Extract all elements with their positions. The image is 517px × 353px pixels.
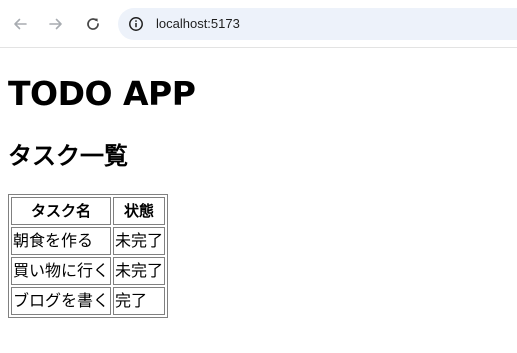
back-button[interactable] <box>8 12 32 36</box>
address-bar[interactable]: localhost:5173 <box>118 8 517 40</box>
forward-button[interactable] <box>44 12 68 36</box>
page-content: TODO APP タスク一覧 タスク名 状態 朝食を作る 未完了 買い物に行く … <box>0 48 517 353</box>
task-name-cell: 買い物に行く <box>11 257 112 285</box>
task-table: タスク名 状態 朝食を作る 未完了 買い物に行く 未完了 ブログを書く 完了 <box>8 194 169 318</box>
arrow-right-icon <box>49 18 62 30</box>
table-row: ブログを書く 完了 <box>11 287 166 315</box>
table-row: 買い物に行く 未完了 <box>11 257 166 285</box>
arrow-left-icon <box>14 18 27 30</box>
table-row: 朝食を作る 未完了 <box>11 227 166 255</box>
url-text: localhost:5173 <box>156 16 240 31</box>
reload-button[interactable] <box>81 12 105 36</box>
task-status-cell: 完了 <box>113 287 166 315</box>
table-header-row: タスク名 状態 <box>11 197 166 225</box>
reload-icon <box>87 18 99 30</box>
task-name-cell: 朝食を作る <box>11 227 112 255</box>
task-status-cell: 未完了 <box>113 227 166 255</box>
column-header-status: 状態 <box>113 197 166 225</box>
task-name-cell: ブログを書く <box>11 287 112 315</box>
page-title: TODO APP <box>8 74 196 113</box>
task-status-cell: 未完了 <box>113 257 166 285</box>
browser-toolbar: localhost:5173 <box>0 0 517 48</box>
site-info-icon <box>129 17 143 31</box>
section-title: タスク一覧 <box>8 142 128 170</box>
site-info-button[interactable] <box>126 14 146 34</box>
column-header-task-name: タスク名 <box>11 197 112 225</box>
